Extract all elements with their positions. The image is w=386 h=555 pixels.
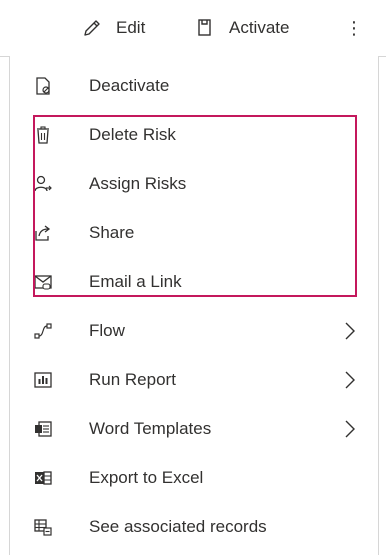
pencil-icon: [80, 16, 104, 40]
more-commands-menu: Deactivate Delete Risk Assign Risks Shar…: [9, 56, 379, 555]
menu-item-see-associated-records[interactable]: See associated records: [10, 505, 378, 549]
excel-icon: [32, 467, 54, 489]
word-icon: [32, 418, 54, 440]
menu-item-label: Run Report: [89, 370, 176, 389]
more-commands-button[interactable]: ⋮: [345, 13, 363, 43]
menu-item-label: Flow: [89, 321, 125, 340]
chevron-right-icon: [344, 419, 356, 439]
associated-records-icon: [32, 516, 54, 538]
menu-item-deactivate[interactable]: Deactivate: [10, 64, 378, 108]
menu-item-run-report[interactable]: Run Report: [10, 358, 378, 402]
report-icon: [32, 369, 54, 391]
share-icon: [32, 222, 54, 244]
menu-item-delete-risk[interactable]: Delete Risk: [10, 113, 378, 157]
menu-item-label: Delete Risk: [89, 125, 176, 144]
menu-item-flow[interactable]: Flow: [10, 309, 378, 353]
menu-item-share[interactable]: Share: [10, 211, 378, 255]
chevron-right-icon: [344, 321, 356, 341]
flow-icon: [32, 320, 54, 342]
email-link-icon: [32, 271, 54, 293]
command-menu-screenshot: Edit Activate ⋮ Deactivate Delete Risk A…: [0, 0, 386, 555]
assign-person-icon: [32, 173, 54, 195]
menu-item-label: Assign Risks: [89, 174, 187, 193]
more-vertical-icon: ⋮: [345, 17, 363, 38]
menu-item-email-a-link[interactable]: Email a Link: [10, 260, 378, 304]
edit-label: Edit: [116, 18, 146, 37]
menu-item-label: Email a Link: [89, 272, 182, 291]
chevron-right-icon: [344, 370, 356, 390]
activate-button[interactable]: Activate: [193, 13, 289, 43]
menu-item-assign-risks[interactable]: Assign Risks: [10, 162, 378, 206]
menu-item-export-to-excel[interactable]: Export to Excel: [10, 456, 378, 500]
deactivate-icon: [32, 75, 54, 97]
trash-icon: [32, 124, 54, 146]
edit-button[interactable]: Edit: [80, 13, 145, 43]
menu-item-label: Share: [89, 223, 135, 242]
menu-item-label: Word Templates: [89, 419, 212, 438]
menu-item-label: See associated records: [89, 517, 267, 536]
menu-item-label: Export to Excel: [89, 468, 204, 487]
activate-label: Activate: [229, 18, 290, 37]
activate-icon: [193, 16, 217, 40]
menu-item-word-templates[interactable]: Word Templates: [10, 407, 378, 451]
menu-item-label: Deactivate: [89, 76, 170, 95]
command-bar: Edit Activate ⋮: [0, 0, 386, 57]
